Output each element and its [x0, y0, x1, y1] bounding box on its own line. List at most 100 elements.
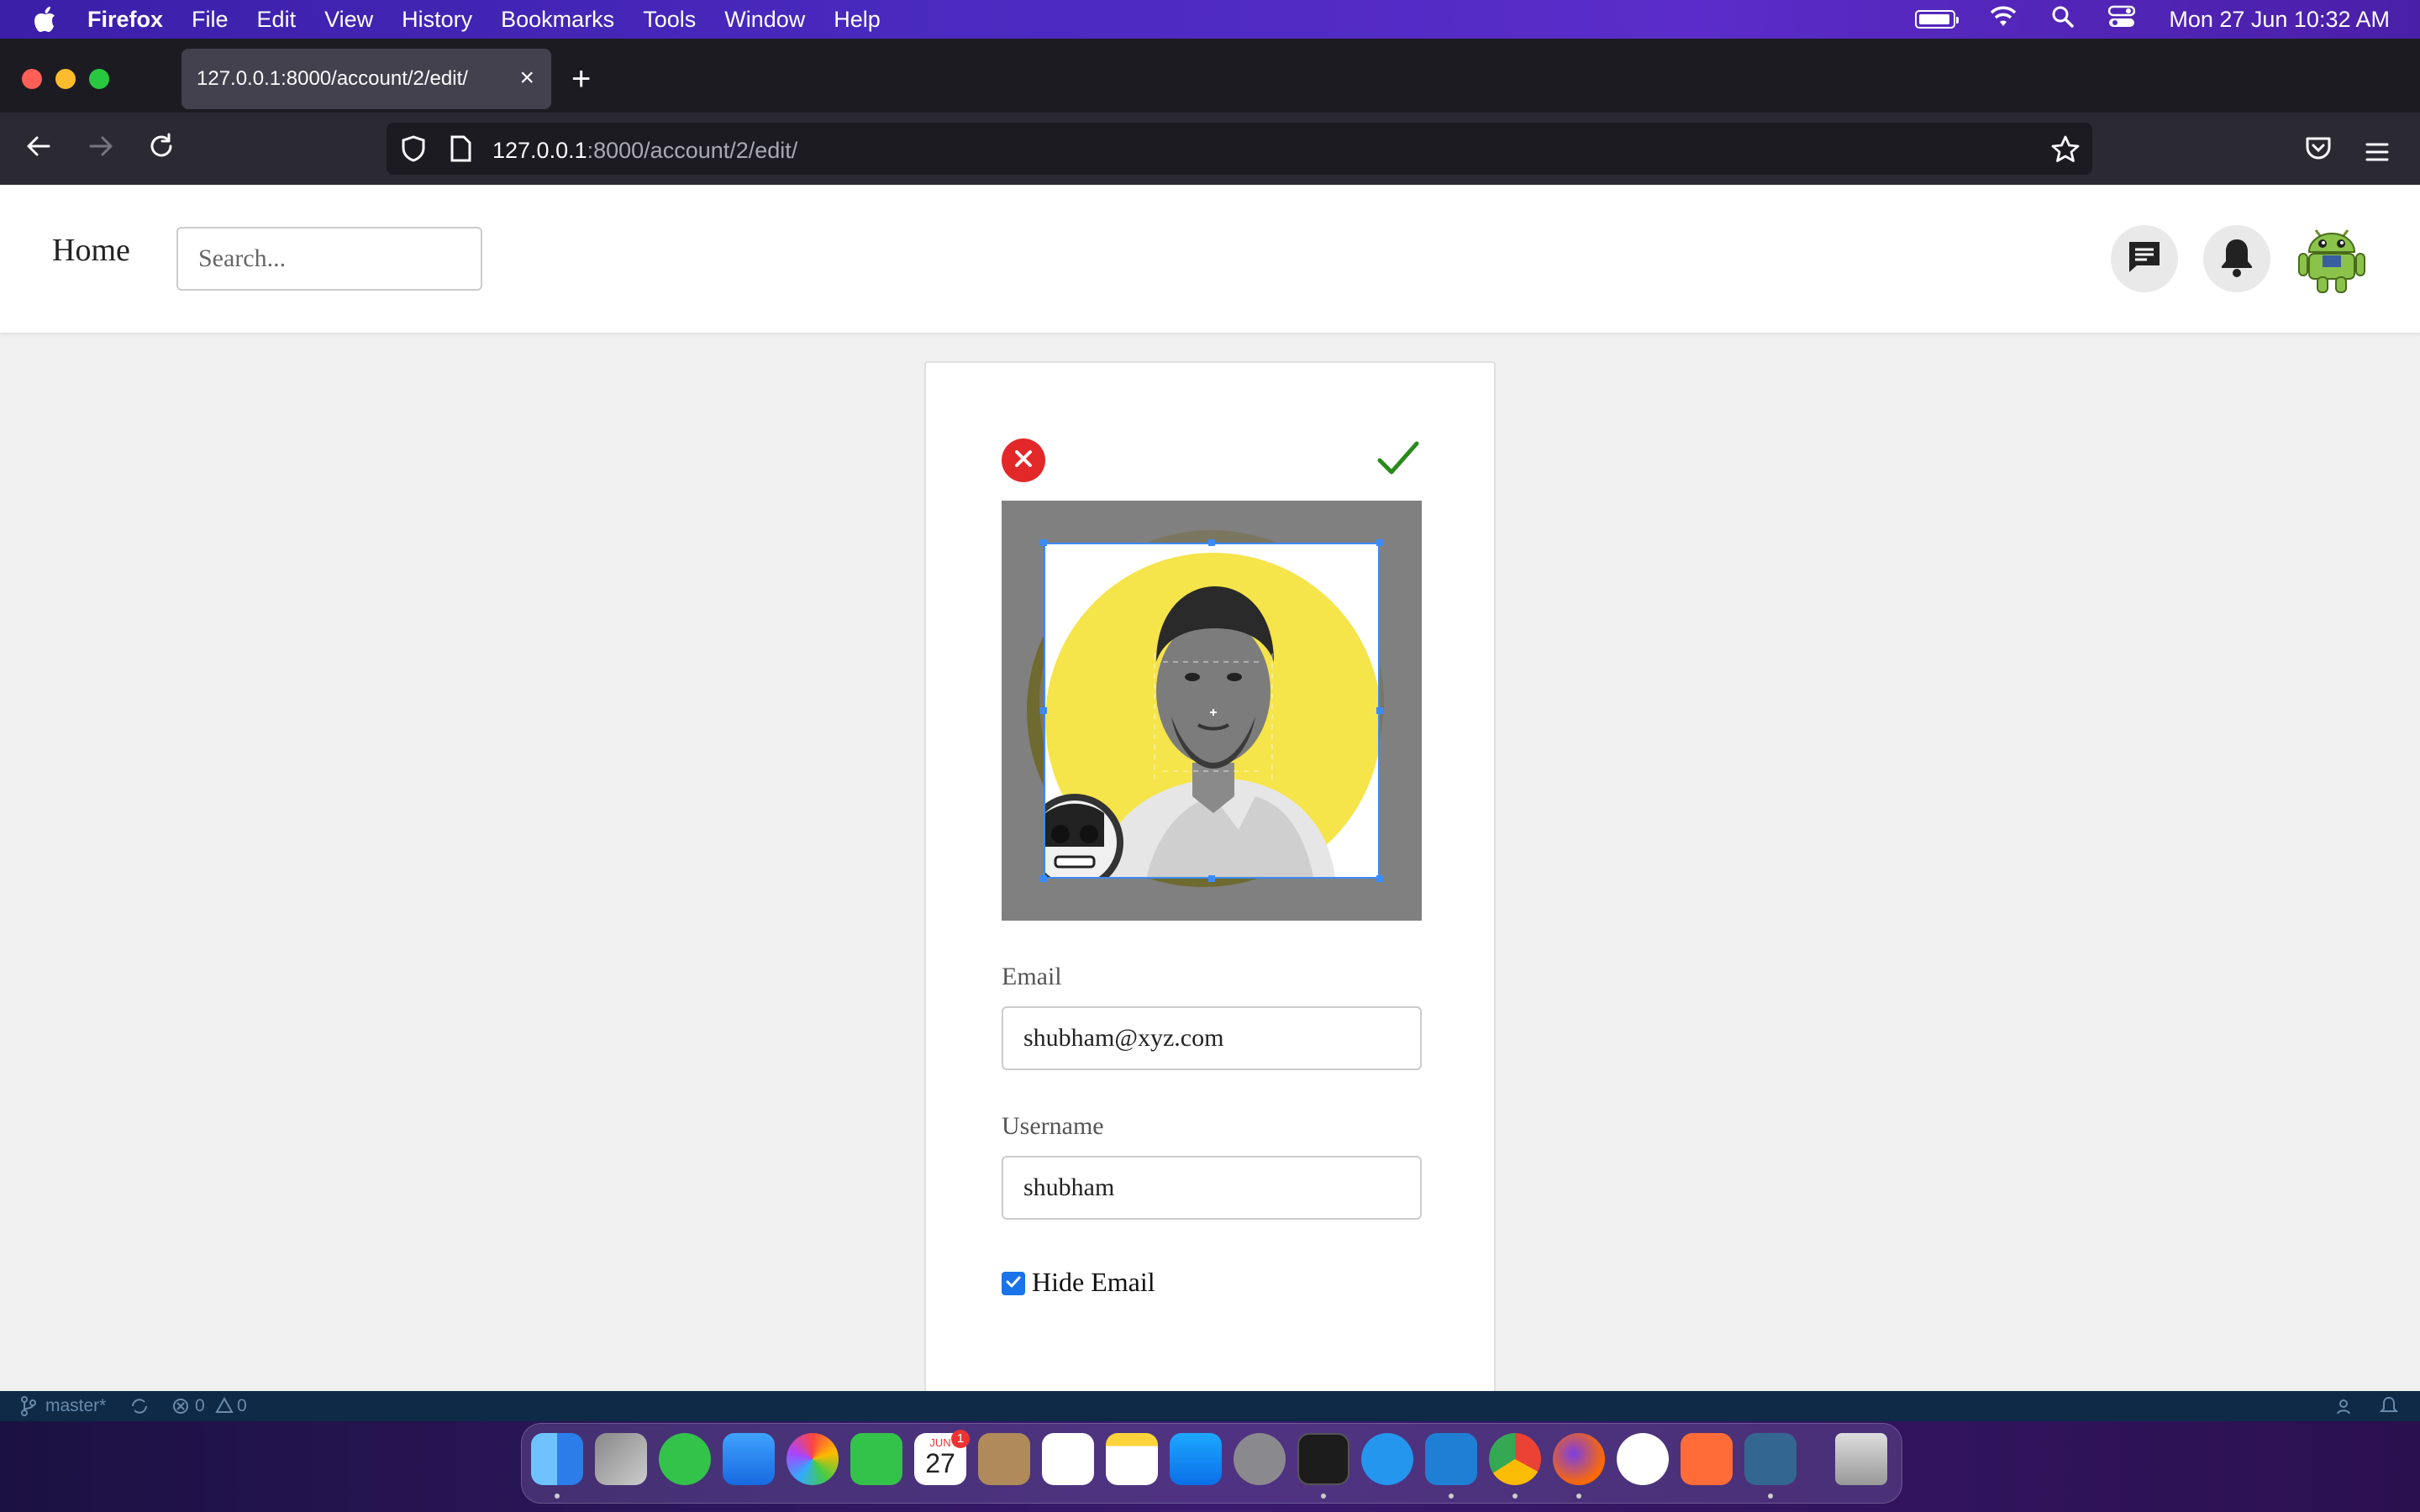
reminders-icon[interactable] — [1042, 1433, 1094, 1485]
search-input[interactable] — [176, 227, 482, 291]
menu-tools[interactable]: Tools — [643, 7, 696, 33]
crop-handle-ne[interactable] — [1376, 539, 1383, 546]
hamburger-menu-icon[interactable] — [2365, 136, 2390, 171]
crop-handle-n[interactable] — [1208, 539, 1215, 546]
sync-icon[interactable] — [129, 1396, 150, 1421]
menu-app-name[interactable]: Firefox — [87, 7, 163, 33]
menu-file[interactable]: File — [192, 7, 229, 33]
window-close-button[interactable] — [22, 69, 42, 89]
checkmark-icon — [1373, 441, 1423, 487]
firefox-icon[interactable] — [1553, 1433, 1605, 1485]
crop-handle-w[interactable] — [1040, 707, 1047, 714]
vscode-running-dot — [1449, 1494, 1454, 1499]
home-link[interactable]: Home — [52, 232, 130, 269]
back-icon[interactable] — [24, 131, 54, 169]
spotlight-search-icon[interactable] — [2051, 5, 2075, 34]
tab-close-icon[interactable]: × — [519, 64, 534, 92]
git-branch-name[interactable]: master* — [45, 1396, 106, 1416]
forward-icon[interactable] — [86, 131, 116, 169]
window-minimize-button[interactable] — [55, 69, 76, 89]
firefox-running-dot — [1576, 1494, 1581, 1499]
launchpad-icon[interactable] — [595, 1433, 647, 1485]
control-center-icon[interactable] — [2108, 5, 2136, 34]
url-host: 127.0.0.1 — [492, 138, 587, 163]
username-field[interactable] — [1002, 1156, 1422, 1220]
contacts-icon[interactable] — [978, 1433, 1030, 1485]
email-field[interactable] — [1002, 1006, 1422, 1070]
menu-window[interactable]: Window — [724, 7, 805, 33]
reload-icon[interactable] — [146, 131, 176, 169]
crop-handle-s[interactable] — [1208, 875, 1215, 882]
facetime-icon[interactable] — [850, 1433, 902, 1485]
warnings-count[interactable]: 0 — [237, 1396, 247, 1416]
crop-handle-se[interactable] — [1376, 875, 1383, 882]
window-zoom-button[interactable] — [89, 69, 109, 89]
calendar-day: 27 — [925, 1448, 955, 1478]
terminal-icon[interactable] — [1297, 1433, 1349, 1485]
pocket-icon[interactable] — [2304, 134, 2333, 170]
postgres-icon[interactable] — [1744, 1433, 1797, 1485]
menu-view[interactable]: View — [324, 7, 373, 33]
apple-logo-icon[interactable] — [32, 5, 57, 34]
docker-icon[interactable] — [1361, 1433, 1413, 1485]
chrome-icon[interactable] — [1489, 1433, 1541, 1485]
postgres-running-dot — [1768, 1494, 1773, 1499]
bell-icon — [2218, 236, 2255, 282]
username-label: Username — [1002, 1112, 1104, 1140]
battery-icon[interactable] — [1915, 10, 1960, 29]
cancel-crop-button[interactable] — [1002, 438, 1045, 482]
close-icon — [1013, 449, 1034, 473]
url-text[interactable]: 127.0.0.1:8000/account/2/edit/ — [492, 138, 797, 164]
photos-icon[interactable] — [786, 1433, 839, 1485]
site-header: Home — [0, 185, 2420, 333]
chat-icon — [2125, 238, 2164, 281]
editor-statusbar: master* 0 0 — [0, 1391, 2420, 1421]
calendar-badge: 1 — [951, 1430, 970, 1448]
feedback-icon[interactable] — [2334, 1397, 2353, 1420]
hide-email-checkbox[interactable] — [1002, 1272, 1025, 1295]
messages-app-icon[interactable] — [659, 1433, 711, 1485]
menu-help[interactable]: Help — [834, 7, 881, 33]
trash-icon[interactable] — [1835, 1433, 1887, 1485]
mongodb-compass-icon[interactable] — [1617, 1433, 1669, 1485]
menu-edit[interactable]: Edit — [257, 7, 297, 33]
git-branch-icon[interactable] — [20, 1396, 37, 1421]
postman-icon[interactable] — [1681, 1433, 1733, 1485]
app-store-icon[interactable] — [1170, 1433, 1222, 1485]
notification-bell-icon[interactable] — [2379, 1396, 2399, 1421]
web-page: Home Search... Email shubham@xyz.com Use… — [0, 185, 2420, 1391]
errors-count[interactable]: 0 — [195, 1396, 205, 1416]
tracking-shield-icon[interactable] — [400, 134, 427, 171]
profile-photo — [1045, 544, 1378, 877]
finder-icon[interactable] — [531, 1433, 583, 1485]
chrome-running-dot — [1512, 1494, 1518, 1499]
page-info-icon[interactable] — [449, 134, 472, 171]
crop-handle-sw[interactable] — [1040, 875, 1047, 882]
url-path: :8000/account/2/edit/ — [587, 138, 798, 163]
confirm-crop-button[interactable] — [1373, 433, 1423, 484]
tab-title: 127.0.0.1:8000/account/2/edit/ — [197, 67, 468, 90]
bookmark-star-icon[interactable] — [2050, 134, 2081, 171]
wifi-icon[interactable] — [1989, 6, 2018, 34]
new-tab-button[interactable]: + — [571, 59, 591, 99]
menu-history[interactable]: History — [402, 7, 472, 33]
vscode-icon[interactable] — [1425, 1433, 1477, 1485]
browser-tab-active[interactable]: 127.0.0.1:8000/account/2/edit/ × — [182, 49, 551, 109]
mail-icon[interactable] — [723, 1433, 775, 1485]
user-avatar[interactable] — [2297, 222, 2366, 298]
menubar-clock[interactable]: Mon 27 Jun 10:32 AM — [2169, 7, 2390, 33]
macos-menubar: Firefox File Edit View History Bookmarks… — [0, 0, 2420, 39]
crop-handle-nw[interactable] — [1040, 539, 1047, 546]
messages-button[interactable] — [2111, 225, 2178, 292]
edit-profile-card: Email Username Hide Email — [924, 361, 1496, 1391]
crop-handle-e[interactable] — [1376, 707, 1383, 714]
crop-selection-box[interactable] — [1044, 543, 1380, 879]
hide-email-label[interactable]: Hide Email — [1032, 1267, 1155, 1298]
image-cropper[interactable] — [1002, 501, 1422, 921]
notifications-button[interactable] — [2203, 225, 2270, 292]
system-preferences-icon[interactable] — [1234, 1433, 1286, 1485]
errors-icon[interactable] — [171, 1397, 190, 1420]
warnings-icon[interactable] — [215, 1396, 234, 1420]
menu-bookmarks[interactable]: Bookmarks — [501, 7, 614, 33]
notes-icon[interactable] — [1106, 1433, 1158, 1485]
